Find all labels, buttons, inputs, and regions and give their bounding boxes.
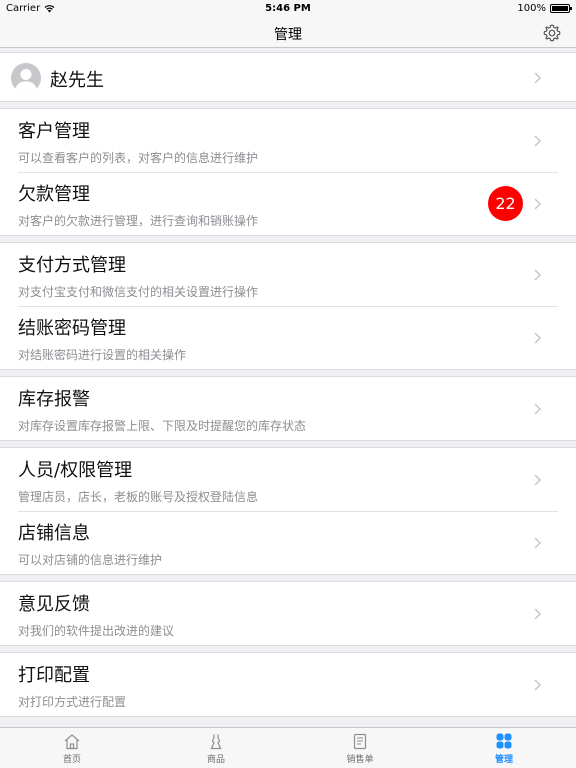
grid-icon xyxy=(496,733,512,749)
page-title: 管理 xyxy=(274,27,302,43)
nav-bar: 管理 xyxy=(0,18,576,48)
row-store-info[interactable]: 店铺信息 可以对店铺的信息进行维护 xyxy=(0,511,576,574)
row-staff-permissions[interactable]: 人员/权限管理 管理店员，店长，老板的账号及授权登陆信息 xyxy=(0,448,576,511)
group-feedback: 意见反馈 对我们的软件提出改进的建议 xyxy=(0,581,576,646)
gear-icon[interactable] xyxy=(542,23,562,43)
row-title: 意见反馈 xyxy=(18,594,90,615)
tab-label: 管理 xyxy=(494,755,513,765)
chevron-right-icon xyxy=(534,474,542,486)
group-inventory: 库存报警 对库存设置库存报警上限、下限及时提醒您的库存状态 xyxy=(0,376,576,441)
tab-sales-orders[interactable]: 销售单 xyxy=(310,728,410,768)
count-badge: 22 xyxy=(488,186,523,221)
profile-row[interactable]: 赵先生 xyxy=(0,52,576,102)
profile-name: 赵先生 xyxy=(50,70,104,91)
row-title: 欠款管理 xyxy=(18,184,90,205)
row-title: 客户管理 xyxy=(18,121,90,142)
tab-home[interactable]: 首页 xyxy=(22,728,122,768)
row-title: 打印配置 xyxy=(18,665,90,686)
row-title: 结账密码管理 xyxy=(18,318,126,339)
document-icon xyxy=(353,733,367,750)
row-description: 对支付宝支付和微信支付的相关设置进行操作 xyxy=(18,285,259,299)
home-icon xyxy=(64,734,80,750)
tab-label: 销售单 xyxy=(346,755,374,765)
chevron-right-icon xyxy=(534,72,542,84)
row-print-config[interactable]: 打印配置 对打印方式进行配置 xyxy=(0,653,576,716)
chevron-right-icon xyxy=(534,269,542,281)
row-debt-management[interactable]: 欠款管理 对客户的欠款进行管理，进行查询和销账操作 22 xyxy=(0,172,576,235)
row-description: 对我们的软件提出改进的建议 xyxy=(18,624,175,638)
group-print: 打印配置 对打印方式进行配置 xyxy=(0,652,576,717)
chevron-right-icon xyxy=(534,679,542,691)
chevron-right-icon xyxy=(534,608,542,620)
row-description: 管理店员，店长，老板的账号及授权登陆信息 xyxy=(18,490,259,504)
avatar xyxy=(11,63,41,93)
chevron-right-icon xyxy=(534,403,542,415)
status-time: 5:46 PM xyxy=(265,3,311,14)
row-description: 可以查看客户的列表，对客户的信息进行维护 xyxy=(18,151,259,165)
row-description: 对客户的欠款进行管理，进行查询和销账操作 xyxy=(18,214,259,228)
tab-bar: 首页 商品 销售单 管理 xyxy=(0,727,576,768)
group-customers: 客户管理 可以查看客户的列表，对客户的信息进行维护 欠款管理 对客户的欠款进行管… xyxy=(0,108,576,236)
chevron-right-icon xyxy=(534,537,542,549)
user-icon xyxy=(15,69,37,93)
chevron-right-icon xyxy=(534,332,542,344)
row-checkout-password[interactable]: 结账密码管理 对结账密码进行设置的相关操作 xyxy=(0,306,576,369)
status-bar: Carrier 5:46 PM 100% xyxy=(0,0,576,18)
row-description: 对打印方式进行配置 xyxy=(18,695,127,709)
tab-management[interactable]: 管理 xyxy=(454,728,554,768)
battery-info: 100% xyxy=(517,3,572,14)
row-description: 对库存设置库存报警上限、下限及时提醒您的库存状态 xyxy=(18,419,307,433)
group-payment: 支付方式管理 对支付宝支付和微信支付的相关设置进行操作 结账密码管理 对结账密码… xyxy=(0,242,576,370)
chevron-right-icon xyxy=(534,135,542,147)
battery-icon xyxy=(550,4,572,13)
row-customer-management[interactable]: 客户管理 可以查看客户的列表，对客户的信息进行维护 xyxy=(0,109,576,172)
row-title: 库存报警 xyxy=(18,389,90,410)
battery-percent: 100% xyxy=(517,3,546,14)
row-title: 人员/权限管理 xyxy=(18,460,133,481)
row-feedback[interactable]: 意见反馈 对我们的软件提出改进的建议 xyxy=(0,582,576,645)
row-title: 店铺信息 xyxy=(18,523,90,544)
row-description: 可以对店铺的信息进行维护 xyxy=(18,553,163,567)
row-inventory-alert[interactable]: 库存报警 对库存设置库存报警上限、下限及时提醒您的库存状态 xyxy=(0,377,576,440)
row-description: 对结账密码进行设置的相关操作 xyxy=(18,348,187,362)
dress-icon xyxy=(210,734,222,750)
tab-products[interactable]: 商品 xyxy=(166,728,266,768)
row-title: 支付方式管理 xyxy=(18,255,126,276)
chevron-right-icon xyxy=(534,198,542,210)
group-staff-store: 人员/权限管理 管理店员，店长，老板的账号及授权登陆信息 店铺信息 可以对店铺的… xyxy=(0,447,576,575)
tab-label: 首页 xyxy=(62,755,81,765)
settings-list: 赵先生 客户管理 可以查看客户的列表，对客户的信息进行维护 欠款管理 对客户的欠… xyxy=(0,48,576,727)
row-payment-methods[interactable]: 支付方式管理 对支付宝支付和微信支付的相关设置进行操作 xyxy=(0,243,576,306)
tab-label: 商品 xyxy=(206,755,225,765)
